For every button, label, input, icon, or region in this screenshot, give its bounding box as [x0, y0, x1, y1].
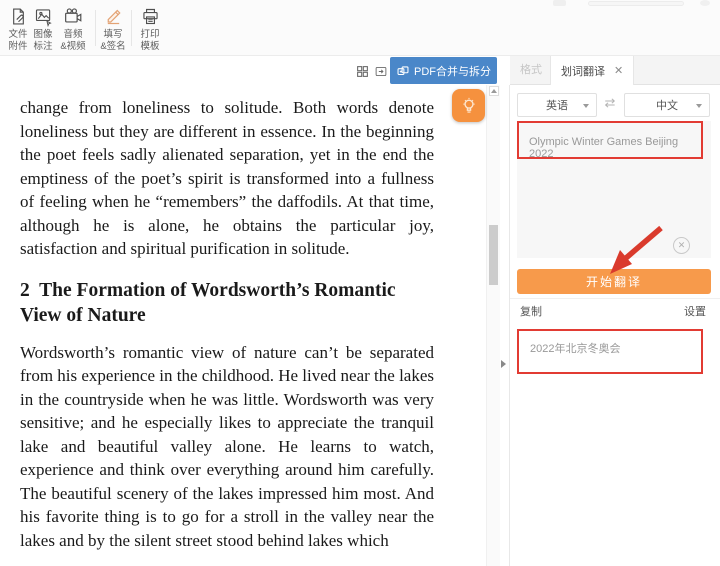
source-language-select[interactable]: 英语 — [517, 93, 597, 117]
clear-icon: ✕ — [678, 240, 686, 251]
document-paragraph: change from loneliness to solitude. Both… — [20, 96, 434, 261]
merge-split-label: PDF合并与拆分 — [414, 63, 491, 79]
toolbar-item-print-template[interactable]: 打印 模板 — [132, 5, 168, 52]
tab-format[interactable]: 格式 — [520, 56, 542, 85]
audio-video-icon — [54, 5, 92, 27]
document-heading: 2 The Formation of Wordsworth’s Romantic… — [20, 278, 434, 328]
window-control-remnant — [553, 0, 566, 6]
settings-button[interactable]: 设置 — [684, 303, 706, 319]
toolbar-item-fill-sign[interactable]: 填写 &签名 — [96, 5, 130, 52]
tab-translate-label: 划词翻译 — [561, 63, 605, 79]
scroll-up-button[interactable] — [489, 86, 499, 96]
toolbar-item-label: 音频 — [54, 29, 92, 41]
pdf-merge-split-button[interactable]: PDF合并与拆分 — [390, 57, 497, 84]
target-language-value: 中文 — [656, 97, 678, 113]
panel-tabbar: 格式 划词翻译 ✕ — [510, 56, 720, 85]
main-toolbar: 文件 附件 图像 标注 音频 &视频 — [0, 0, 720, 56]
lightbulb-icon — [458, 95, 480, 117]
tab-translate[interactable]: 划词翻译 ✕ — [550, 56, 634, 85]
caret-down-icon — [696, 104, 702, 108]
swap-languages-icon[interactable]: ⇄ — [600, 95, 620, 111]
print-template-icon — [132, 5, 168, 27]
grid-view-icon[interactable] — [356, 65, 369, 78]
start-translate-button[interactable]: 开始翻译 — [517, 269, 711, 294]
toolbar-item-label: &签名 — [96, 41, 130, 53]
merge-split-icon — [396, 64, 410, 78]
toolbar-item-audio-video[interactable]: 音频 &视频 — [54, 5, 92, 52]
source-text-value: Olympic Winter Games Beijing 2022 — [529, 136, 678, 160]
toolbar-item-label: &视频 — [54, 41, 92, 53]
window-control-remnant — [700, 0, 710, 6]
document-paragraph: Wordsworth’s romantic view of nature can… — [20, 341, 434, 553]
target-language-select[interactable]: 中文 — [624, 93, 710, 117]
document-scrollbar[interactable] — [486, 85, 500, 566]
panel-collapse-arrow-icon[interactable] — [501, 360, 506, 368]
tab-close-icon[interactable]: ✕ — [614, 64, 623, 77]
copy-button[interactable]: 复制 — [520, 303, 542, 319]
scroll-up-icon — [491, 89, 497, 93]
source-language-value: 英语 — [546, 97, 568, 113]
caret-down-icon — [583, 104, 589, 108]
document-text: change from loneliness to solitude. Both… — [0, 85, 434, 552]
zoom-slider-remnant — [588, 1, 684, 6]
toolbar-item-label: 打印 — [132, 29, 168, 41]
clear-input-button[interactable]: ✕ — [673, 237, 690, 254]
tip-lightbulb-button[interactable] — [452, 89, 485, 122]
scrollbar-thumb[interactable] — [489, 225, 498, 285]
translation-result-text: 2022年北京冬奥会 — [530, 343, 620, 355]
translation-result-box: 2022年北京冬奥会 — [517, 329, 703, 374]
fill-sign-icon — [96, 5, 130, 27]
result-actions-row: 复制 设置 — [510, 298, 720, 322]
window-switch-icon[interactable] — [374, 65, 388, 78]
toolbar-item-label: 模板 — [132, 41, 168, 53]
translate-panel: 英语 ⇄ 中文 Olympic Winter Games Beijing 202… — [510, 85, 720, 566]
toolbar-item-label: 填写 — [96, 29, 130, 41]
document-page[interactable]: change from loneliness to solitude. Both… — [0, 85, 486, 566]
